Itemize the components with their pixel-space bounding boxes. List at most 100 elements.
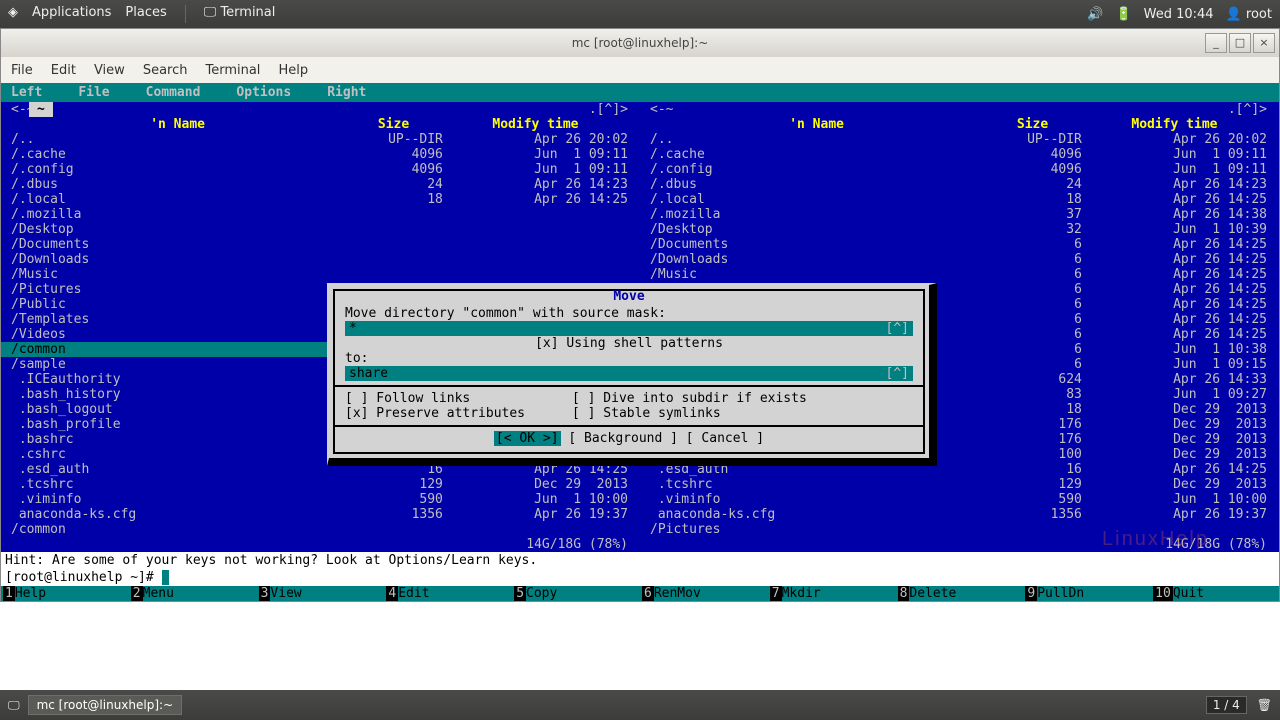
taskbar-entry[interactable]: mc [root@linuxhelp]:~ [28,695,183,715]
fkey-view[interactable]: 3View [257,586,385,601]
menu-help[interactable]: Help [278,63,308,78]
disk-usage: 14G/18G (78%) [1165,537,1267,552]
source-mask-input[interactable]: *[^] [345,321,913,336]
list-item[interactable]: anaconda-ks.cfg1356Apr 26 19:37 [1,507,638,522]
list-item[interactable]: /.dbus24Apr 26 14:23 [1,177,638,192]
close-button[interactable]: × [1253,33,1275,53]
fkey-mkdir[interactable]: 7Mkdir [768,586,896,601]
dialog-title: Move [335,289,923,304]
list-item[interactable]: /Music6Apr 26 14:25 [640,267,1277,282]
menu-search[interactable]: Search [143,63,188,78]
col-size[interactable]: Size [344,117,443,132]
list-item[interactable]: /Downloads [1,252,638,267]
mc-menu-right[interactable]: Right [327,85,366,100]
history-icon[interactable]: [^] [886,321,909,336]
list-item[interactable]: /..UP--DIRApr 26 20:02 [640,132,1277,147]
hat-icon: ◈ [8,5,18,23]
preserve-attr-checkbox[interactable]: [x] Preserve attributes [345,406,525,421]
battery-icon[interactable]: 🔋 [1115,7,1131,22]
applications-menu[interactable]: Applications [32,5,111,23]
to-label: to: [345,351,913,366]
fkey-delete[interactable]: 8Delete [896,586,1024,601]
fkey-help[interactable]: 1Help [1,586,129,601]
scroll-marker: .[^]> [589,102,628,117]
list-item[interactable]: /..UP--DIRApr 26 20:02 [1,132,638,147]
history-icon[interactable]: [^] [886,366,909,381]
terminal-menubar: File Edit View Search Terminal Help [1,57,1279,83]
mc-menu-options[interactable]: Options [236,85,291,100]
stable-symlinks-checkbox[interactable]: [ ] Stable symlinks [572,406,721,421]
list-item[interactable]: anaconda-ks.cfg1356Apr 26 19:37 [640,507,1277,522]
separator [185,5,186,23]
list-item[interactable]: /Downloads6Apr 26 14:25 [640,252,1277,267]
shell-prompt[interactable]: [root@linuxhelp ~]# _ [1,569,1279,586]
col-n[interactable]: 'n [150,117,166,132]
mc-menu-command[interactable]: Command [146,85,201,100]
list-item[interactable]: /.cache4096Jun 1 09:11 [640,147,1277,162]
fkey-quit[interactable]: 10Quit [1151,586,1279,601]
sound-icon[interactable]: 🔊 [1087,7,1103,22]
col-mtime[interactable]: Modify time [1082,117,1267,132]
list-item[interactable]: .viminfo590Jun 1 10:00 [1,492,638,507]
move-dialog: Move Move directory "common" with source… [327,283,937,466]
col-n[interactable]: 'n [789,117,805,132]
dive-subdir-checkbox[interactable]: [ ] Dive into subdir if exists [572,391,807,406]
list-item[interactable]: /.dbus24Apr 26 14:23 [640,177,1277,192]
cancel-button[interactable]: [ Cancel ] [686,431,764,446]
list-item[interactable]: .tcshrc129Dec 29 2013 [1,477,638,492]
follow-links-checkbox[interactable]: [ ] Follow links [345,391,470,406]
scroll-marker: .[^]> [1228,102,1267,117]
minimize-button[interactable]: _ [1205,33,1227,53]
list-item[interactable]: .viminfo590Jun 1 10:00 [640,492,1277,507]
fkey-pulldn[interactable]: 9PullDn [1023,586,1151,601]
list-item[interactable]: .tcshrc129Dec 29 2013 [640,477,1277,492]
mc-area: Left File Command Options Right ~ <-~ .[^… [1,83,1279,601]
user-menu[interactable]: 👤 root [1226,7,1272,22]
list-item[interactable]: /.mozilla [1,207,638,222]
terminal-icon[interactable]: 🖵 [8,698,20,713]
menu-edit[interactable]: Edit [51,63,76,78]
trash-icon[interactable]: 🗑 [1257,698,1272,712]
ok-button[interactable]: [< OK >] [494,431,561,446]
places-menu[interactable]: Places [125,5,166,23]
background-button[interactable]: [ Background ] [568,431,678,446]
list-item[interactable]: /.local18Apr 26 14:25 [640,192,1277,207]
mc-menu-file[interactable]: File [78,85,109,100]
list-item[interactable]: /Desktop [1,222,638,237]
menu-view[interactable]: View [94,63,125,78]
destination-input[interactable]: share[^] [345,366,913,381]
terminal-launcher[interactable]: 🖵 Terminal [204,5,276,23]
col-name[interactable]: Name [813,117,844,132]
terminal-window: mc [root@linuxhelp]:~ _ □ × FileEditView… [0,28,1280,602]
col-size[interactable]: Size [983,117,1082,132]
col-mtime[interactable]: Modify time [443,117,628,132]
workspace-indicator[interactable]: 1 / 4 [1206,696,1247,714]
path-marker: <-~ [650,102,673,117]
window-titlebar[interactable]: mc [root@linuxhelp]:~ _ □ × [1,29,1279,57]
list-item[interactable]: /Documents6Apr 26 14:25 [640,237,1277,252]
list-item[interactable]: /Desktop32Jun 1 10:39 [640,222,1277,237]
mc-menu-left[interactable]: Left [11,85,42,100]
function-keys: 1Help2Menu3View4Edit5Copy6RenMov7Mkdir8D… [1,586,1279,601]
shell-patterns-checkbox[interactable]: [x] Using shell patterns [345,336,913,351]
list-item[interactable]: /.config4096Jun 1 09:11 [1,162,638,177]
list-item[interactable]: /.local18Apr 26 14:25 [1,192,638,207]
menu-file[interactable]: File [11,63,33,78]
window-title: mc [root@linuxhelp]:~ [572,36,709,50]
clock[interactable]: Wed 10:44 [1144,7,1214,22]
maximize-button[interactable]: □ [1229,33,1251,53]
list-item[interactable]: /Documents [1,237,638,252]
fkey-edit[interactable]: 4Edit [384,586,512,601]
path-tab[interactable]: ~ [29,102,53,117]
col-name[interactable]: Name [174,117,205,132]
list-item[interactable]: /.cache4096Jun 1 09:11 [1,147,638,162]
mc-menu[interactable]: Left File Command Options Right [1,83,1279,102]
menu-terminal[interactable]: Terminal [205,63,260,78]
disk-usage: 14G/18G (78%) [526,537,628,552]
list-item[interactable]: /.config4096Jun 1 09:11 [640,162,1277,177]
list-item[interactable]: /Music [1,267,638,282]
fkey-copy[interactable]: 5Copy [512,586,640,601]
fkey-menu[interactable]: 2Menu [129,586,257,601]
list-item[interactable]: /.mozilla37Apr 26 14:38 [640,207,1277,222]
fkey-renmov[interactable]: 6RenMov [640,586,768,601]
